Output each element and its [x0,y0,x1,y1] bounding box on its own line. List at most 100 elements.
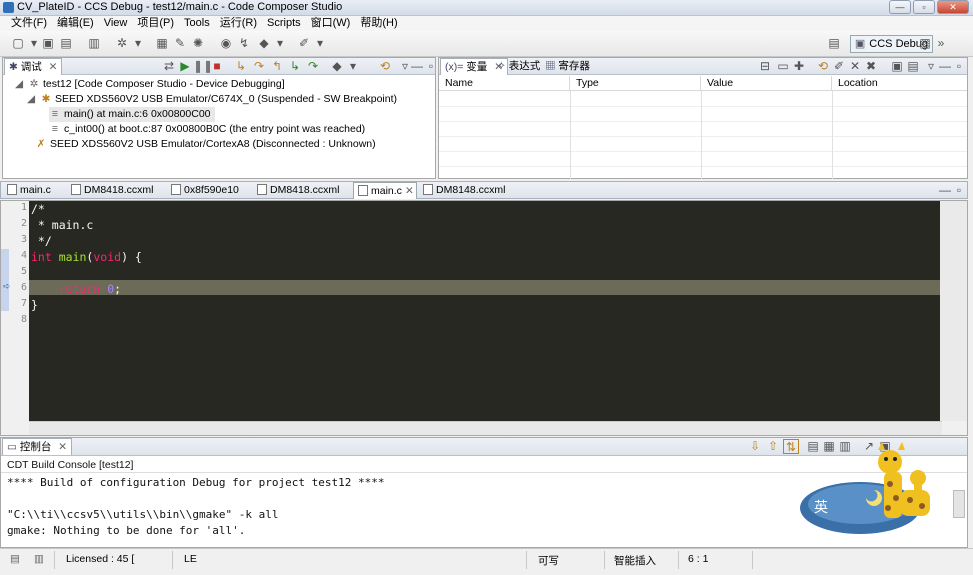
link-icon[interactable]: ⟲ [377,59,393,74]
probe-icon[interactable]: ✎ [172,36,188,51]
menu-file[interactable]: 文件(F) [6,16,52,31]
horizontal-scrollbar[interactable] [29,421,942,435]
tree-item-cpu-c674x[interactable]: ◢ ✱ SEED XDS560V2 USB Emulator/C674X_0 (Su… [25,92,397,107]
menu-project[interactable]: 项目(P) [132,16,179,31]
cursor-position-status: 6 : 1 [688,553,709,565]
perspective-switch-icon[interactable]: ▧ [917,36,933,51]
tab-expressions[interactable]: ✧ 表达式 [493,58,544,75]
line-number: 6 [20,282,27,293]
open-perspective-icon[interactable]: ▤ [826,36,842,51]
maximize-view-icon[interactable]: ▫ [951,59,967,74]
bug-icon: ✱ [9,61,18,73]
tree-item-cpu-cortexa8[interactable]: ✗ SEED XDS560V2 USB Emulator/CortexA8 (Di… [35,137,376,152]
step-icon[interactable]: ↯ [236,36,252,51]
show-type-icon[interactable]: ▭ [775,59,791,74]
memory-icon[interactable]: ▦ [154,36,170,51]
endianness-status: LE [184,553,197,565]
tab-label: main.c [371,185,402,197]
expand-chevron-icon[interactable]: ◢ [25,92,37,107]
tree-item-session[interactable]: ◢ ✲ test12 [Code Composer Studio - Device … [13,77,285,92]
console-icon: ▭ [7,441,17,453]
console-scrollbar[interactable] [953,490,965,518]
connect-icon[interactable]: ◆ [256,36,272,51]
maximize-view-icon[interactable]: ▫ [951,183,967,198]
vertical-scrollbar[interactable] [940,201,967,421]
tab-memory-address[interactable]: 0x8f590e10 [167,182,251,199]
tab-registers[interactable]: ▦ 寄存器 [541,58,594,75]
menu-scripts[interactable]: Scripts [262,16,306,31]
status-icon[interactable]: ▤ [10,553,20,565]
edit-icon[interactable]: ✐ [831,59,847,74]
menu-run[interactable]: 运行(R) [215,16,262,31]
tab-dm8418-ccxml[interactable]: DM8418.ccxml [67,182,163,199]
print-icon[interactable]: ▥ [86,36,102,51]
breakpoint-icon[interactable]: ◉ [218,36,234,51]
code-area[interactable]: /* * main.c */ int main(void) { return 0… [29,201,942,421]
tab-dm8148-ccxml[interactable]: DM8148.ccxml [419,182,515,199]
close-icon[interactable]: ✕ [58,441,67,453]
menu-edit[interactable]: 编辑(E) [52,16,99,31]
minimize-button[interactable]: — [889,0,911,14]
step-into-icon[interactable]: ↳ [233,59,249,74]
save-icon[interactable]: ▣ [40,36,56,51]
skip-icon[interactable]: ⇄ [161,59,177,74]
prev-error-icon[interactable]: ⇧ [765,439,781,454]
new-icon[interactable]: ▢ [10,36,26,51]
new-view-icon[interactable]: ▣ [889,59,905,74]
menu-view[interactable]: View [99,16,133,31]
column-name[interactable]: Name [439,76,570,91]
menu-tools[interactable]: Tools [179,16,215,31]
overflow-chevron-icon[interactable]: » [933,36,949,51]
status-bar: ▤ ▥ Licensed : 45 [ LE 可写 智能插入 6 : 1 [0,548,973,570]
column-type[interactable]: Type [570,76,701,91]
scroll-lock-icon[interactable]: ⇅ [783,439,799,454]
dropdown-icon[interactable]: ▾ [312,36,328,51]
gear-icon[interactable]: ✲ [114,36,130,51]
assembly-step-into-icon[interactable]: ↳ [287,59,303,74]
close-button[interactable]: ✕ [937,0,969,14]
column-location[interactable]: Location [832,76,967,91]
step-return-icon[interactable]: ↰ [269,59,285,74]
terminate-icon[interactable]: ■ [209,59,225,74]
tree-item-frame-c-int00[interactable]: ≡ c_int00() at boot.c:87 0x00800B0C (the … [49,122,365,137]
step-over-icon[interactable]: ↷ [251,59,267,74]
pin-icon[interactable]: ▤ [905,59,921,74]
resume-icon[interactable]: ▶ [177,59,193,74]
pin-icon[interactable]: ✐ [296,36,312,51]
close-icon[interactable]: ✕ [49,61,58,73]
save-all-icon[interactable]: ▤ [58,36,74,51]
remove-all-icon[interactable]: ✖ [863,59,879,74]
debug-icon[interactable]: ✺ [190,36,206,51]
maximize-button[interactable]: ▫ [913,0,935,14]
expand-chevron-icon[interactable]: ◢ [13,77,25,92]
reset-icon[interactable]: ◆ [329,59,345,74]
tab-dm8418-ccxml-2[interactable]: DM8418.ccxml [253,182,351,199]
dropdown-icon[interactable]: ▾ [345,59,361,74]
collapse-all-icon[interactable]: ⊟ [757,59,773,74]
menu-window[interactable]: 窗口(W) [306,16,356,31]
next-error-icon[interactable]: ⇩ [747,439,763,454]
menu-help[interactable]: 帮助(H) [355,16,402,31]
close-icon[interactable]: ✕ [405,185,414,197]
tree-item-frame-main[interactable]: ≡ main() at main.c:6 0x00800C00 [49,107,215,122]
maximize-view-icon[interactable]: ▫ [423,59,439,74]
column-value[interactable]: Value [701,76,832,91]
suspend-icon[interactable]: ❚❚ [193,59,213,74]
c-file-icon [7,184,17,195]
ccxml-file-icon [423,184,433,195]
code-editor[interactable]: ➪ 1 2 3 4 5 6 7 8 /* * main.c */ int mai… [0,200,968,436]
ime-mascot-widget[interactable]: 英 [800,440,950,540]
tab-main-c[interactable]: main.c [3,182,65,199]
dropdown-icon[interactable]: ▾ [130,36,146,51]
tab-console[interactable]: ▭ 控制台 ✕ [2,438,73,455]
writable-status: 可写 [538,555,559,567]
status-icon[interactable]: ▥ [34,553,44,565]
table-row [439,107,967,122]
tab-main-c-active[interactable]: main.c ✕ [353,182,417,199]
tab-debug[interactable]: ✱ 调试 ✕ [4,58,63,75]
add-icon[interactable]: ✚ [791,59,807,74]
dropdown-icon[interactable]: ▾ [272,36,288,51]
link-icon[interactable]: ⟲ [815,59,831,74]
remove-icon[interactable]: ✕ [847,59,863,74]
assembly-step-over-icon[interactable]: ↷ [305,59,321,74]
